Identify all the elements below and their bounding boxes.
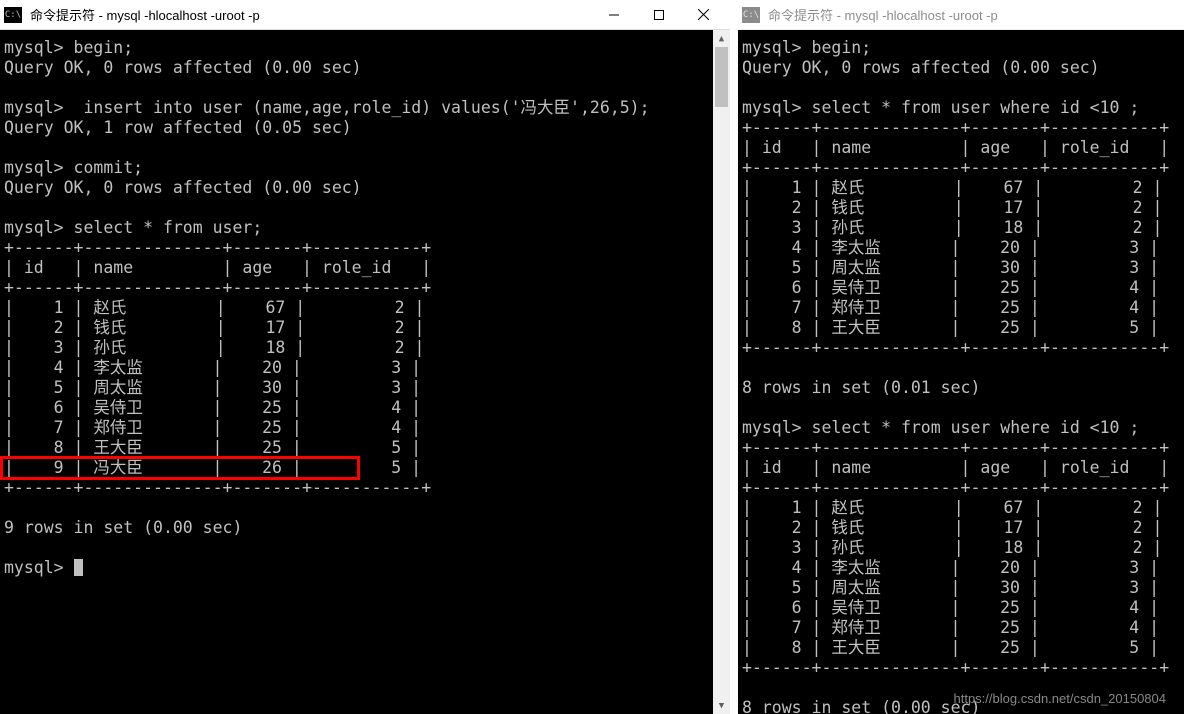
terminal-line: +------+--------------+-------+---------… (4, 478, 726, 498)
terminal-line: | 4 | 李太监 | 20 | 3 | (4, 358, 726, 378)
terminal-line: +------+--------------+-------+---------… (742, 478, 1180, 498)
right-terminal-window: C:\ 命令提示符 - mysql -hlocalhost -uroot -p … (738, 0, 1184, 714)
terminal-line: | id | name | age | role_id | (4, 258, 726, 278)
terminal-line: | 3 | 孙氏 | 18 | 2 | (4, 338, 726, 358)
terminal-line: | 4 | 李太监 | 20 | 3 | (742, 558, 1180, 578)
terminal-line: | 7 | 郑侍卫 | 25 | 4 | (742, 298, 1180, 318)
terminal-line: +------+--------------+-------+---------… (742, 658, 1180, 678)
terminal-line: mysql> begin; (4, 38, 726, 58)
terminal-line: | 3 | 孙氏 | 18 | 2 | (742, 538, 1180, 558)
terminal-line: +------+--------------+-------+---------… (742, 118, 1180, 138)
terminal-line: +------+--------------+-------+---------… (4, 238, 726, 258)
terminal-line: | 8 | 王大臣 | 25 | 5 | (4, 438, 726, 458)
terminal-line (4, 138, 726, 158)
terminal-line (742, 398, 1180, 418)
terminal-line: mysql> select * from user; (4, 218, 726, 238)
close-button[interactable] (681, 1, 726, 29)
terminal-line: +------+--------------+-------+---------… (742, 438, 1180, 458)
right-title: 命令提示符 - mysql -hlocalhost -uroot -p (768, 5, 1180, 24)
prompt-line[interactable]: mysql> (4, 558, 726, 578)
terminal-line: mysql> begin; (742, 38, 1180, 58)
terminal-line: | 3 | 孙氏 | 18 | 2 | (742, 218, 1180, 238)
cursor (74, 559, 83, 576)
scrollbar-thumb[interactable] (715, 47, 728, 107)
watermark-text: https://blog.csdn.net/csdn_20150804 (954, 691, 1167, 706)
terminal-line: +------+--------------+-------+---------… (742, 158, 1180, 178)
terminal-line: +------+--------------+-------+---------… (742, 338, 1180, 358)
terminal-line: | 5 | 周太监 | 30 | 3 | (4, 378, 726, 398)
terminal-line (4, 78, 726, 98)
terminal-line: | id | name | age | role_id | (742, 458, 1180, 478)
right-terminal[interactable]: mysql> begin;Query OK, 0 rows affected (… (738, 30, 1184, 714)
window-controls (591, 1, 726, 29)
terminal-line: mysql> insert into user (name,age,role_i… (4, 98, 726, 118)
left-scrollbar[interactable]: ▲ ▼ (713, 30, 730, 714)
left-title: 命令提示符 - mysql -hlocalhost -uroot -p (30, 5, 591, 24)
cmd-icon: C:\ (4, 7, 22, 23)
left-titlebar[interactable]: C:\ 命令提示符 - mysql -hlocalhost -uroot -p (0, 0, 730, 30)
terminal-line (742, 358, 1180, 378)
terminal-line: Query OK, 1 row affected (0.05 sec) (4, 118, 726, 138)
terminal-line: mysql> commit; (4, 158, 726, 178)
maximize-button[interactable] (636, 1, 681, 29)
terminal-line: | 6 | 吴侍卫 | 25 | 4 | (742, 278, 1180, 298)
terminal-line: | 6 | 吴侍卫 | 25 | 4 | (742, 598, 1180, 618)
terminal-line: | 6 | 吴侍卫 | 25 | 4 | (4, 398, 726, 418)
terminal-line (4, 498, 726, 518)
terminal-line (4, 198, 726, 218)
terminal-line: | 8 | 王大臣 | 25 | 5 | (742, 318, 1180, 338)
terminal-line: | 5 | 周太监 | 30 | 3 | (742, 258, 1180, 278)
window-gap (730, 0, 738, 714)
cmd-icon: C:\ (742, 7, 760, 23)
terminal-line: | 2 | 钱氏 | 17 | 2 | (742, 198, 1180, 218)
terminal-line: Query OK, 0 rows affected (0.00 sec) (4, 178, 726, 198)
terminal-line: | 7 | 郑侍卫 | 25 | 4 | (742, 618, 1180, 638)
terminal-line: | 1 | 赵氏 | 67 | 2 | (742, 178, 1180, 198)
terminal-line: | 9 | 冯大臣 | 26 | 5 | (4, 458, 726, 478)
minimize-button[interactable] (591, 1, 636, 29)
terminal-line (4, 538, 726, 558)
terminal-line: Query OK, 0 rows affected (0.00 sec) (4, 58, 726, 78)
terminal-line: mysql> select * from user where id <10 ; (742, 418, 1180, 438)
terminal-line: 9 rows in set (0.00 sec) (4, 518, 726, 538)
terminal-line: | 1 | 赵氏 | 67 | 2 | (742, 498, 1180, 518)
terminal-line: | 2 | 钱氏 | 17 | 2 | (4, 318, 726, 338)
terminal-line: | 8 | 王大臣 | 25 | 5 | (742, 638, 1180, 658)
terminal-line: | 7 | 郑侍卫 | 25 | 4 | (4, 418, 726, 438)
scroll-down-icon[interactable]: ▼ (713, 697, 730, 714)
left-terminal[interactable]: mysql> begin;Query OK, 0 rows affected (… (0, 30, 730, 714)
terminal-line: | 2 | 钱氏 | 17 | 2 | (742, 518, 1180, 538)
terminal-line: | 1 | 赵氏 | 67 | 2 | (4, 298, 726, 318)
terminal-line: mysql> select * from user where id <10 ; (742, 98, 1180, 118)
terminal-line (742, 78, 1180, 98)
left-terminal-window: C:\ 命令提示符 - mysql -hlocalhost -uroot -p … (0, 0, 730, 714)
terminal-line: | 4 | 李太监 | 20 | 3 | (742, 238, 1180, 258)
scroll-up-icon[interactable]: ▲ (713, 30, 730, 47)
terminal-line: +------+--------------+-------+---------… (4, 278, 726, 298)
right-titlebar[interactable]: C:\ 命令提示符 - mysql -hlocalhost -uroot -p (738, 0, 1184, 30)
terminal-line: Query OK, 0 rows affected (0.00 sec) (742, 58, 1180, 78)
terminal-line: 8 rows in set (0.01 sec) (742, 378, 1180, 398)
terminal-line: | 5 | 周太监 | 30 | 3 | (742, 578, 1180, 598)
terminal-line: | id | name | age | role_id | (742, 138, 1180, 158)
